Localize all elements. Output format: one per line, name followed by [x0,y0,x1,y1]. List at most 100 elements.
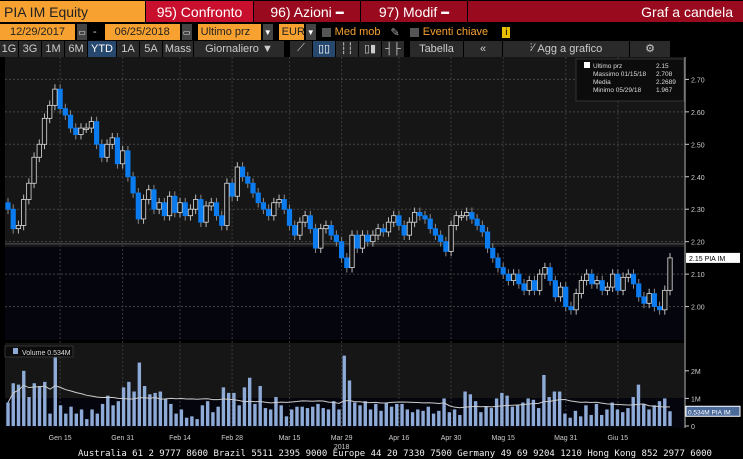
period-6m[interactable]: 6M [65,40,87,57]
volume-bar [174,413,178,426]
volume-bar [552,391,557,426]
x-tick-label: Apr 30 [441,435,462,442]
volume-bar [621,412,625,426]
volume-bar [268,409,273,426]
dropdown-icon: ▬ [335,7,344,16]
collapse-button[interactable]: « [464,40,502,57]
volume-bar [106,395,110,426]
y-tick-label: 2.20 [691,240,705,247]
price-field-select[interactable]: Ultimo prz [197,24,261,40]
legend-label: Ultimo prz [593,63,622,70]
volume-bar [258,386,262,426]
confronto-button[interactable]: 95) Confronto [146,1,253,22]
legend-label: Massimo 01/15/18 [593,71,646,78]
calendar-icon[interactable]: ▭ [77,24,87,40]
volume-bar [295,406,299,426]
volume-bar [163,398,168,426]
volume-tick-label: 1M [691,396,701,403]
add-to-chart-button[interactable]: ⫶⁄ Agg a grafico [503,40,629,57]
volume-bar [290,409,294,426]
volume-bar [426,406,431,426]
volume-bar [452,409,457,426]
candle [31,152,37,189]
tabella-button[interactable]: Tabella [410,40,463,57]
chevron-down-icon[interactable]: ▼ [262,24,273,40]
volume-bar [211,412,215,426]
volume-bar [169,403,173,426]
svg-text:0.534M PIA IM: 0.534M PIA IM [688,409,731,416]
x-tick-label: Gen 15 [49,435,72,442]
volume-bar [557,391,562,426]
candle [21,194,27,231]
info-icon[interactable]: i [502,26,511,38]
eventi-checkbox[interactable] [409,27,419,37]
volume-bar [599,414,604,426]
volume-bar [90,409,94,426]
settings-button[interactable]: ⚙ [630,40,670,57]
volume-bar [594,403,599,426]
volume-bar [316,403,320,426]
azioni-menu[interactable]: 96) Azioni ▬ [254,1,360,22]
x-tick-label: Apr 16 [389,435,410,442]
price-chart[interactable]: 2.00 2.10 2.20 2.30 2.40 2.50 2.60 2.70 Gen 15 Ge… [0,57,743,449]
bar-chart-icon[interactable]: ┆┆ [336,40,358,57]
volume-bar [132,391,136,426]
volume-bar [353,402,357,426]
modif-menu[interactable]: 97) Modif ▬ [361,1,467,22]
period-5a[interactable]: 5A [140,40,162,57]
ticker-field[interactable]: PIA IM Equity [0,1,145,22]
candle [41,113,48,150]
volume-bar [100,403,105,426]
pencil-icon[interactable]: ✎ [391,26,400,39]
volume-bar [95,413,100,426]
chart-title: Graf a candela [468,1,743,22]
volume-bar [521,402,525,426]
end-date-input[interactable]: 06/25/2018 [104,24,180,40]
start-date-input[interactable]: 12/29/2017 [0,24,75,40]
hollow-candle-icon[interactable]: ▯▮ [359,40,381,57]
period-1a[interactable]: 1A [117,40,139,57]
eventi-label: Eventi chiave [422,26,489,38]
volume-bar [305,408,310,426]
volume-bar [279,405,283,426]
y-tick-label: 2.30 [691,207,705,214]
volume-last-label: 0.534M PIA IM [685,405,741,417]
volume-bar [274,397,278,426]
period-1g[interactable]: 1G [0,40,18,57]
volume-bar [573,410,578,426]
frequency-select[interactable]: Giornaliero ▼ [194,40,284,57]
volume-bar [43,381,47,426]
volume-bar [263,408,268,426]
med-mob-checkbox[interactable] [321,27,331,37]
calendar-icon[interactable]: ▭ [181,24,192,40]
candle [94,116,100,150]
line-chart-icon[interactable]: ⟋ [290,40,312,57]
volume-bar [526,398,530,426]
volume-bar [458,414,462,426]
volume-bar [300,406,304,426]
currency-select[interactable]: EUR [278,24,305,40]
volume-bar [447,412,452,426]
volume-bar [48,413,52,426]
y-tick-label: 2.40 [691,175,705,182]
period-1m[interactable]: 1M [42,40,64,57]
x-tick-label: Mar 29 [331,435,353,442]
volume-bar [410,412,415,426]
volume-bar [374,403,378,426]
chart-add-icon: ⫶⁄ [529,42,538,54]
chevron-down-icon[interactable]: ▼ [305,24,316,40]
x-tick-label: Mag 31 [554,435,577,442]
candle-chart-icon[interactable]: ▯▯ [313,40,335,57]
period-mass[interactable]: Mass [163,40,193,57]
volume-bar [395,403,399,426]
period-ytd[interactable]: YTD [88,40,116,57]
period-3g[interactable]: 3G [19,40,41,57]
volume-bar [69,406,73,426]
ohlc-icon[interactable]: ┤├ [382,40,404,57]
y-tick-label: 2.00 [691,305,705,312]
volume-bar [221,387,226,426]
volume-bar [389,406,394,426]
volume-legend: Volume 0.534M [4,345,74,358]
med-mob-label: Med mob [334,26,381,38]
volume-bar [321,408,325,426]
